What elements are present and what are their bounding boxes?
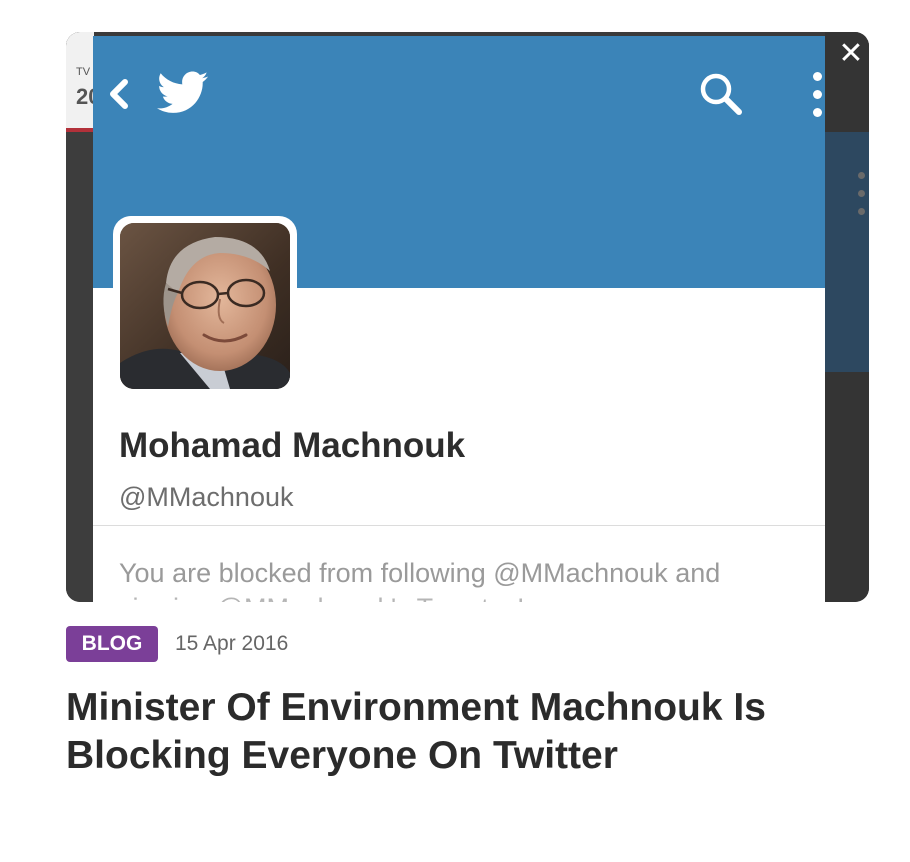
background-browser-right xyxy=(825,32,869,602)
category-badge[interactable]: BLOG xyxy=(66,626,158,662)
post-title[interactable]: Minister Of Environment Machnouk Is Bloc… xyxy=(66,684,846,780)
avatar xyxy=(120,223,290,389)
background-dot xyxy=(858,172,865,179)
background-dot xyxy=(858,208,865,215)
close-icon[interactable]: ✕ xyxy=(836,39,866,69)
divider xyxy=(93,525,825,526)
back-chevron-icon xyxy=(110,79,128,109)
background-tab: TV 20 xyxy=(66,32,100,132)
more-vertical-icon[interactable] xyxy=(809,72,825,122)
profile-handle: @MMachnouk xyxy=(119,482,294,512)
blocked-message: You are blocked from following @MMachnou… xyxy=(119,558,721,588)
search-icon[interactable] xyxy=(697,70,745,118)
twitter-bird-icon xyxy=(157,71,209,113)
post-date: 15 Apr 2016 xyxy=(175,632,289,655)
twitter-profile-screenshot: Mohamad Machnouk @MMachnouk You are bloc… xyxy=(93,36,825,602)
background-panel xyxy=(825,132,869,372)
background-tab-line1: TV xyxy=(76,66,91,78)
blocked-message-continued: viewing @MMachnouk's Tweets. Learn more xyxy=(119,593,655,602)
avatar-frame xyxy=(113,216,297,396)
background-dot xyxy=(858,190,865,197)
profile-name: Mohamad Machnouk xyxy=(119,426,466,465)
featured-image-card[interactable]: TV 20 Mohamad Machnouk @MMachnouk You ar… xyxy=(66,32,869,602)
background-browser-edge: TV 20 xyxy=(66,32,100,602)
